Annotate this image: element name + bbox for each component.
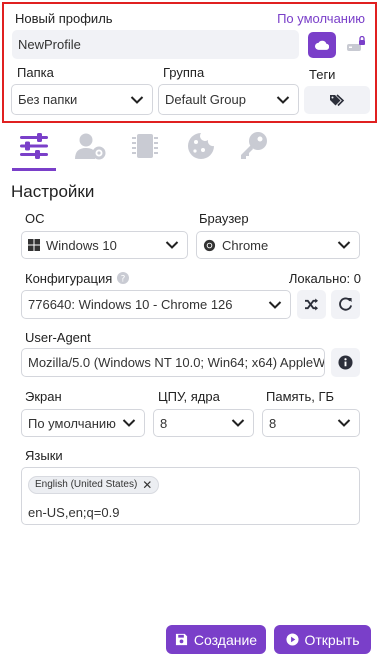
- cpu-value: 8: [160, 415, 168, 431]
- tags-button[interactable]: [304, 86, 370, 114]
- open-button-label: Открыть: [304, 631, 360, 648]
- tab-hardware[interactable]: [127, 128, 163, 164]
- user-settings-icon: [75, 133, 106, 160]
- settings-title: Настройки: [11, 182, 95, 201]
- chevron-down-icon: [268, 300, 282, 309]
- language-tag-label: English (United States): [35, 479, 138, 490]
- cpu-label: ЦПУ, ядра: [158, 389, 220, 404]
- cpu-select[interactable]: 8: [153, 409, 254, 437]
- chevron-down-icon: [276, 95, 290, 104]
- profile-name-value: NewProfile: [18, 37, 81, 52]
- profile-name-input[interactable]: NewProfile: [12, 30, 299, 59]
- tab-settings[interactable]: [16, 128, 52, 164]
- mem-value: 8: [269, 415, 277, 431]
- os-label: ОС: [25, 211, 45, 226]
- default-profile-link[interactable]: По умолчанию: [277, 11, 365, 26]
- create-button-label: Создание: [193, 631, 258, 648]
- browser-label: Браузер: [199, 211, 249, 226]
- windows-icon: [28, 239, 40, 251]
- mem-label: Память, ГБ: [266, 389, 335, 404]
- save-icon: [175, 633, 187, 646]
- active-tab-indicator: [12, 168, 56, 171]
- group-value: Default Group: [165, 92, 246, 107]
- langs-label: Языки: [25, 448, 63, 463]
- folder-label: Папка: [17, 65, 54, 80]
- language-tag: English (United States) ✕: [28, 474, 160, 494]
- chip-icon: [132, 134, 158, 158]
- key-icon: [241, 132, 267, 159]
- mem-select[interactable]: 8: [262, 409, 360, 437]
- config-local-count: Локально: 0: [288, 271, 361, 286]
- chevron-down-icon: [130, 95, 144, 104]
- tags-label: Теги: [309, 67, 336, 82]
- config-select[interactable]: 776640: Windows 10 - Chrome 126: [21, 290, 291, 319]
- chrome-icon: [203, 239, 216, 251]
- browser-value: Chrome: [222, 237, 269, 253]
- browser-select[interactable]: Chrome: [196, 231, 360, 259]
- refresh-config-button[interactable]: [331, 290, 360, 319]
- ua-label: User-Agent: [25, 330, 91, 345]
- tab-keys[interactable]: [236, 128, 272, 164]
- accept-language-value[interactable]: en-US,en;q=0.9: [28, 505, 119, 520]
- local-storage-button[interactable]: [342, 32, 370, 58]
- config-value: 776640: Windows 10 - Chrome 126: [28, 297, 233, 312]
- screen-label: Экран: [25, 389, 62, 404]
- shuffle-icon: [305, 298, 318, 311]
- cloud-icon: [315, 40, 329, 50]
- chevron-down-icon: [231, 419, 245, 427]
- folder-select[interactable]: Без папки: [11, 84, 153, 115]
- remove-tag-icon[interactable]: ✕: [142, 478, 152, 492]
- languages-box[interactable]: English (United States) ✕ en-US,en;q=0.9: [21, 467, 360, 525]
- chevron-down-icon: [337, 419, 351, 427]
- tab-cookies[interactable]: [183, 128, 219, 164]
- profile-name-label: Новый профиль: [15, 11, 113, 26]
- cookie-icon: [188, 133, 214, 159]
- os-select[interactable]: Windows 10: [21, 231, 188, 259]
- open-button[interactable]: Открыть: [274, 625, 371, 654]
- config-label: Конфигурация: [25, 271, 113, 286]
- cloud-save-button[interactable]: [308, 32, 336, 58]
- chevron-down-icon: [337, 241, 351, 249]
- settings-sliders-icon: [20, 133, 48, 159]
- tab-user-settings[interactable]: [73, 128, 109, 164]
- group-select[interactable]: Default Group: [158, 84, 299, 115]
- create-button[interactable]: Создание: [166, 625, 266, 654]
- locked-drive-icon: [347, 36, 365, 51]
- ua-info-button[interactable]: [331, 348, 360, 377]
- svg-text:?: ?: [121, 275, 126, 285]
- screen-select[interactable]: По умолчанию: [21, 409, 145, 437]
- help-icon[interactable]: ?: [117, 272, 129, 284]
- refresh-icon: [339, 297, 353, 311]
- folder-value: Без папки: [18, 92, 78, 107]
- ua-input[interactable]: Mozilla/5.0 (Windows NT 10.0; Win64; x64…: [21, 348, 325, 377]
- ua-value: Mozilla/5.0 (Windows NT 10.0; Win64; x64…: [28, 355, 325, 370]
- os-value: Windows 10: [46, 237, 117, 253]
- chevron-down-icon: [165, 241, 179, 249]
- chevron-down-icon: [122, 419, 136, 427]
- tags-icon: [330, 93, 345, 106]
- play-icon: [285, 633, 299, 646]
- info-icon: [338, 355, 353, 370]
- group-label: Группа: [163, 65, 205, 80]
- shuffle-config-button[interactable]: [297, 290, 326, 319]
- screen-value: По умолчанию: [28, 415, 116, 431]
